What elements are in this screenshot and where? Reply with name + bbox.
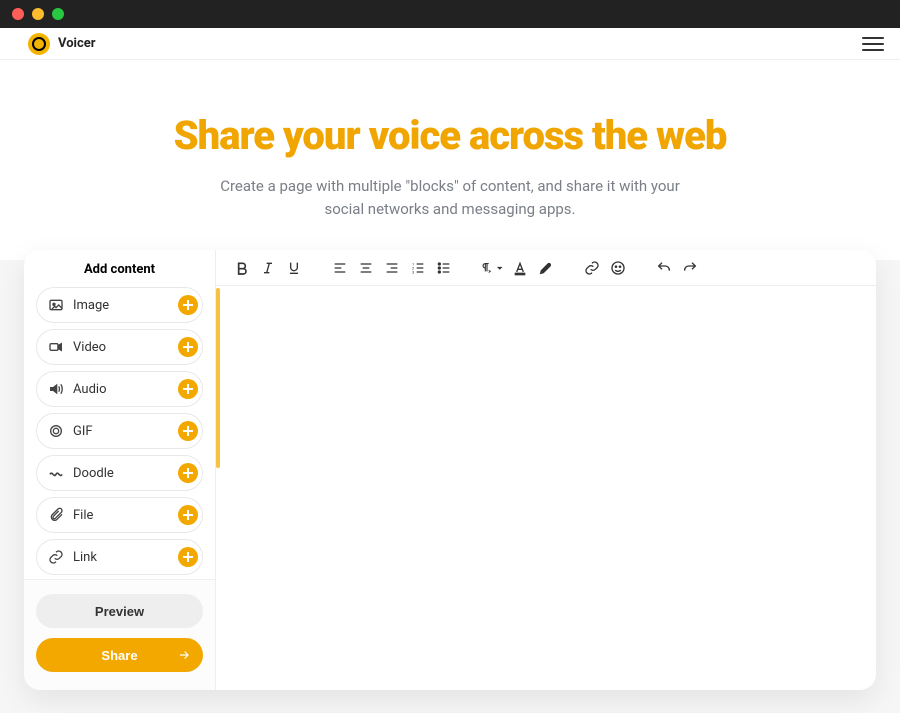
brand-logo[interactable]: Voicer xyxy=(28,33,96,55)
highlight-button[interactable] xyxy=(534,256,558,280)
content-item-label: Video xyxy=(73,340,170,355)
link-icon xyxy=(47,548,65,566)
video-icon xyxy=(47,338,65,356)
menu-button[interactable] xyxy=(862,37,884,51)
text-color-button[interactable] xyxy=(508,256,532,280)
content-item-gif[interactable]: GIF xyxy=(36,413,203,449)
svg-text:3: 3 xyxy=(412,269,414,274)
brand-name: Voicer xyxy=(58,36,96,51)
add-icon[interactable] xyxy=(178,463,198,483)
align-left-button[interactable] xyxy=(328,256,352,280)
share-button-label: Share xyxy=(101,648,137,663)
file-icon xyxy=(47,506,65,524)
numbered-list-button[interactable]: 123 xyxy=(406,256,430,280)
add-icon[interactable] xyxy=(178,337,198,357)
content-item-image[interactable]: Image xyxy=(36,287,203,323)
content-item-video[interactable]: Video xyxy=(36,329,203,365)
editor-area: 123 xyxy=(216,250,876,690)
underline-button[interactable] xyxy=(282,256,306,280)
window-titlebar xyxy=(0,0,900,28)
content-item-label: File xyxy=(73,508,170,523)
paragraph-direction-button[interactable] xyxy=(478,256,506,280)
window-close-button[interactable] xyxy=(12,8,24,20)
sidebar-title: Add content xyxy=(24,250,215,287)
add-icon[interactable] xyxy=(178,379,198,399)
preview-button[interactable]: Preview xyxy=(36,594,203,628)
align-center-button[interactable] xyxy=(354,256,378,280)
link-button[interactable] xyxy=(580,256,604,280)
content-item-label: Link xyxy=(73,550,170,565)
align-right-button[interactable] xyxy=(380,256,404,280)
content-item-label: Image xyxy=(73,298,170,313)
gif-icon xyxy=(47,422,65,440)
format-toolbar: 123 xyxy=(216,250,876,286)
share-button[interactable]: Share xyxy=(36,638,203,672)
add-icon[interactable] xyxy=(178,505,198,525)
italic-button[interactable] xyxy=(256,256,280,280)
sidebar: Add content Image Video Audio GIF Doodle File… xyxy=(24,250,216,690)
emoji-button[interactable] xyxy=(606,256,630,280)
sidebar-actions: Preview Share xyxy=(24,579,215,690)
content-item-label: Audio xyxy=(73,382,170,397)
arrow-right-icon xyxy=(177,648,191,662)
editor-canvas[interactable] xyxy=(216,286,876,690)
add-icon[interactable] xyxy=(178,421,198,441)
bold-button[interactable] xyxy=(230,256,254,280)
hero-section: Share your voice across the web Create a… xyxy=(0,60,900,260)
add-icon[interactable] xyxy=(178,547,198,567)
editor-accent-indicator xyxy=(216,288,220,468)
window-minimize-button[interactable] xyxy=(32,8,44,20)
content-item-label: Doodle xyxy=(73,466,170,481)
hero-subtitle: Create a page with multiple "blocks" of … xyxy=(220,175,680,220)
window-maximize-button[interactable] xyxy=(52,8,64,20)
content-item-label: GIF xyxy=(73,424,170,439)
undo-button[interactable] xyxy=(652,256,676,280)
content-item-file[interactable]: File xyxy=(36,497,203,533)
doodle-icon xyxy=(47,464,65,482)
add-icon[interactable] xyxy=(178,295,198,315)
hero-title: Share your voice across the web xyxy=(0,112,900,159)
content-type-list: ImageVideoAudioGIFDoodleFileLinkMap xyxy=(24,287,215,579)
audio-icon xyxy=(47,380,65,398)
content-item-doodle[interactable]: Doodle xyxy=(36,455,203,491)
content-item-audio[interactable]: Audio xyxy=(36,371,203,407)
redo-button[interactable] xyxy=(678,256,702,280)
image-icon xyxy=(47,296,65,314)
editor-card: Add content Image Video Audio GIF Doodle File… xyxy=(24,250,876,690)
logo-mark-icon xyxy=(28,33,50,55)
content-item-link[interactable]: Link xyxy=(36,539,203,575)
bulleted-list-button[interactable] xyxy=(432,256,456,280)
app-header: Voicer xyxy=(0,28,900,60)
